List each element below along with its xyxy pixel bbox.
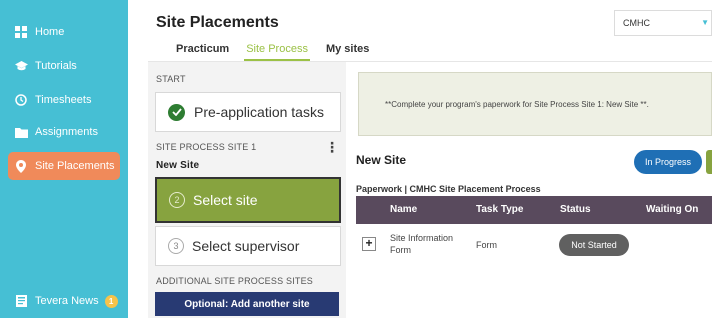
- pre-application-tasks-card[interactable]: Pre-application tasks: [155, 92, 341, 132]
- clock-icon: [13, 92, 29, 108]
- cell-task-type: Form: [476, 240, 497, 250]
- add-another-site-button[interactable]: Optional: Add another site: [155, 292, 339, 316]
- step-number: 3: [168, 238, 184, 254]
- tab-practicum[interactable]: Practicum: [176, 43, 236, 61]
- select-supervisor-step[interactable]: 3 Select supervisor: [155, 226, 341, 266]
- chevron-down-icon: ▼: [701, 18, 709, 27]
- sidebar-item-label: Tutorials: [35, 60, 77, 72]
- sidebar-item-timesheets[interactable]: Timesheets: [8, 86, 120, 114]
- sidebar-item-tevera-news[interactable]: Tevera News 1: [8, 288, 120, 314]
- column-header-waiting-on: Waiting On: [646, 204, 699, 215]
- folder-icon: [13, 124, 29, 140]
- table-row[interactable]: + Site Information Form Form Not Started: [356, 226, 712, 266]
- sidebar-item-label: Home: [35, 26, 65, 38]
- column-header-task-type: Task Type: [476, 204, 524, 215]
- paperwork-label: Paperwork | CMHC Site Placement Process: [356, 184, 541, 194]
- column-header-name: Name: [390, 204, 418, 215]
- program-select[interactable]: CMHC ▼: [614, 10, 712, 36]
- action-button[interactable]: [706, 150, 712, 174]
- notice-text: **Complete your program's paperwork for …: [385, 99, 649, 109]
- sidebar-item-label: Site Placements: [35, 160, 115, 172]
- step-number: 2: [169, 192, 185, 208]
- page-title: Site Placements: [156, 14, 279, 31]
- step-label: Select site: [193, 192, 258, 208]
- newspaper-icon: [13, 293, 29, 309]
- start-label: START: [156, 74, 186, 84]
- status-badge: In Progress: [634, 150, 702, 174]
- sidebar-item-label: Timesheets: [35, 94, 92, 106]
- site-title: New Site: [356, 153, 407, 167]
- sidebar-item-label: Tevera News: [35, 295, 99, 307]
- site-name: New Site: [156, 160, 200, 171]
- tab-site-process[interactable]: Site Process: [244, 43, 310, 61]
- step-label: Select supervisor: [192, 238, 300, 254]
- notification-badge: 1: [104, 294, 118, 308]
- select-site-step[interactable]: 2 Select site: [155, 177, 341, 223]
- tab-my-sites[interactable]: My sites: [326, 43, 376, 61]
- column-header-status: Status: [560, 204, 591, 215]
- checkmark-icon: [168, 103, 185, 121]
- more-options-icon[interactable]: ⋮: [325, 140, 339, 154]
- sidebar-item-label: Assignments: [35, 126, 98, 138]
- sidebar-item-site-placements[interactable]: Site Placements: [8, 152, 120, 180]
- step-label: Pre-application tasks: [194, 104, 324, 120]
- cell-name: Site Information Form: [390, 233, 454, 255]
- map-pin-icon: [13, 158, 29, 174]
- sidebar: Home Tutorials Timesheets Assignments Si…: [0, 0, 128, 318]
- site-section-label: SITE PROCESS SITE 1: [156, 142, 257, 152]
- paperwork-notice: **Complete your program's paperwork for …: [358, 72, 712, 136]
- mortarboard-icon: [13, 58, 29, 74]
- status-badge: Not Started: [559, 234, 629, 256]
- program-select-value: CMHC: [623, 18, 650, 28]
- sidebar-item-home[interactable]: Home: [8, 18, 120, 46]
- table-header: Name Task Type Status Waiting On: [356, 196, 712, 224]
- grid-icon: [13, 24, 29, 40]
- expand-icon[interactable]: +: [362, 237, 376, 251]
- sidebar-item-assignments[interactable]: Assignments: [8, 118, 120, 146]
- sidebar-item-tutorials[interactable]: Tutorials: [8, 52, 120, 80]
- tab-bar: Practicum Site Process My sites: [176, 43, 384, 61]
- additional-sites-label: ADDITIONAL SITE PROCESS SITES: [156, 276, 313, 286]
